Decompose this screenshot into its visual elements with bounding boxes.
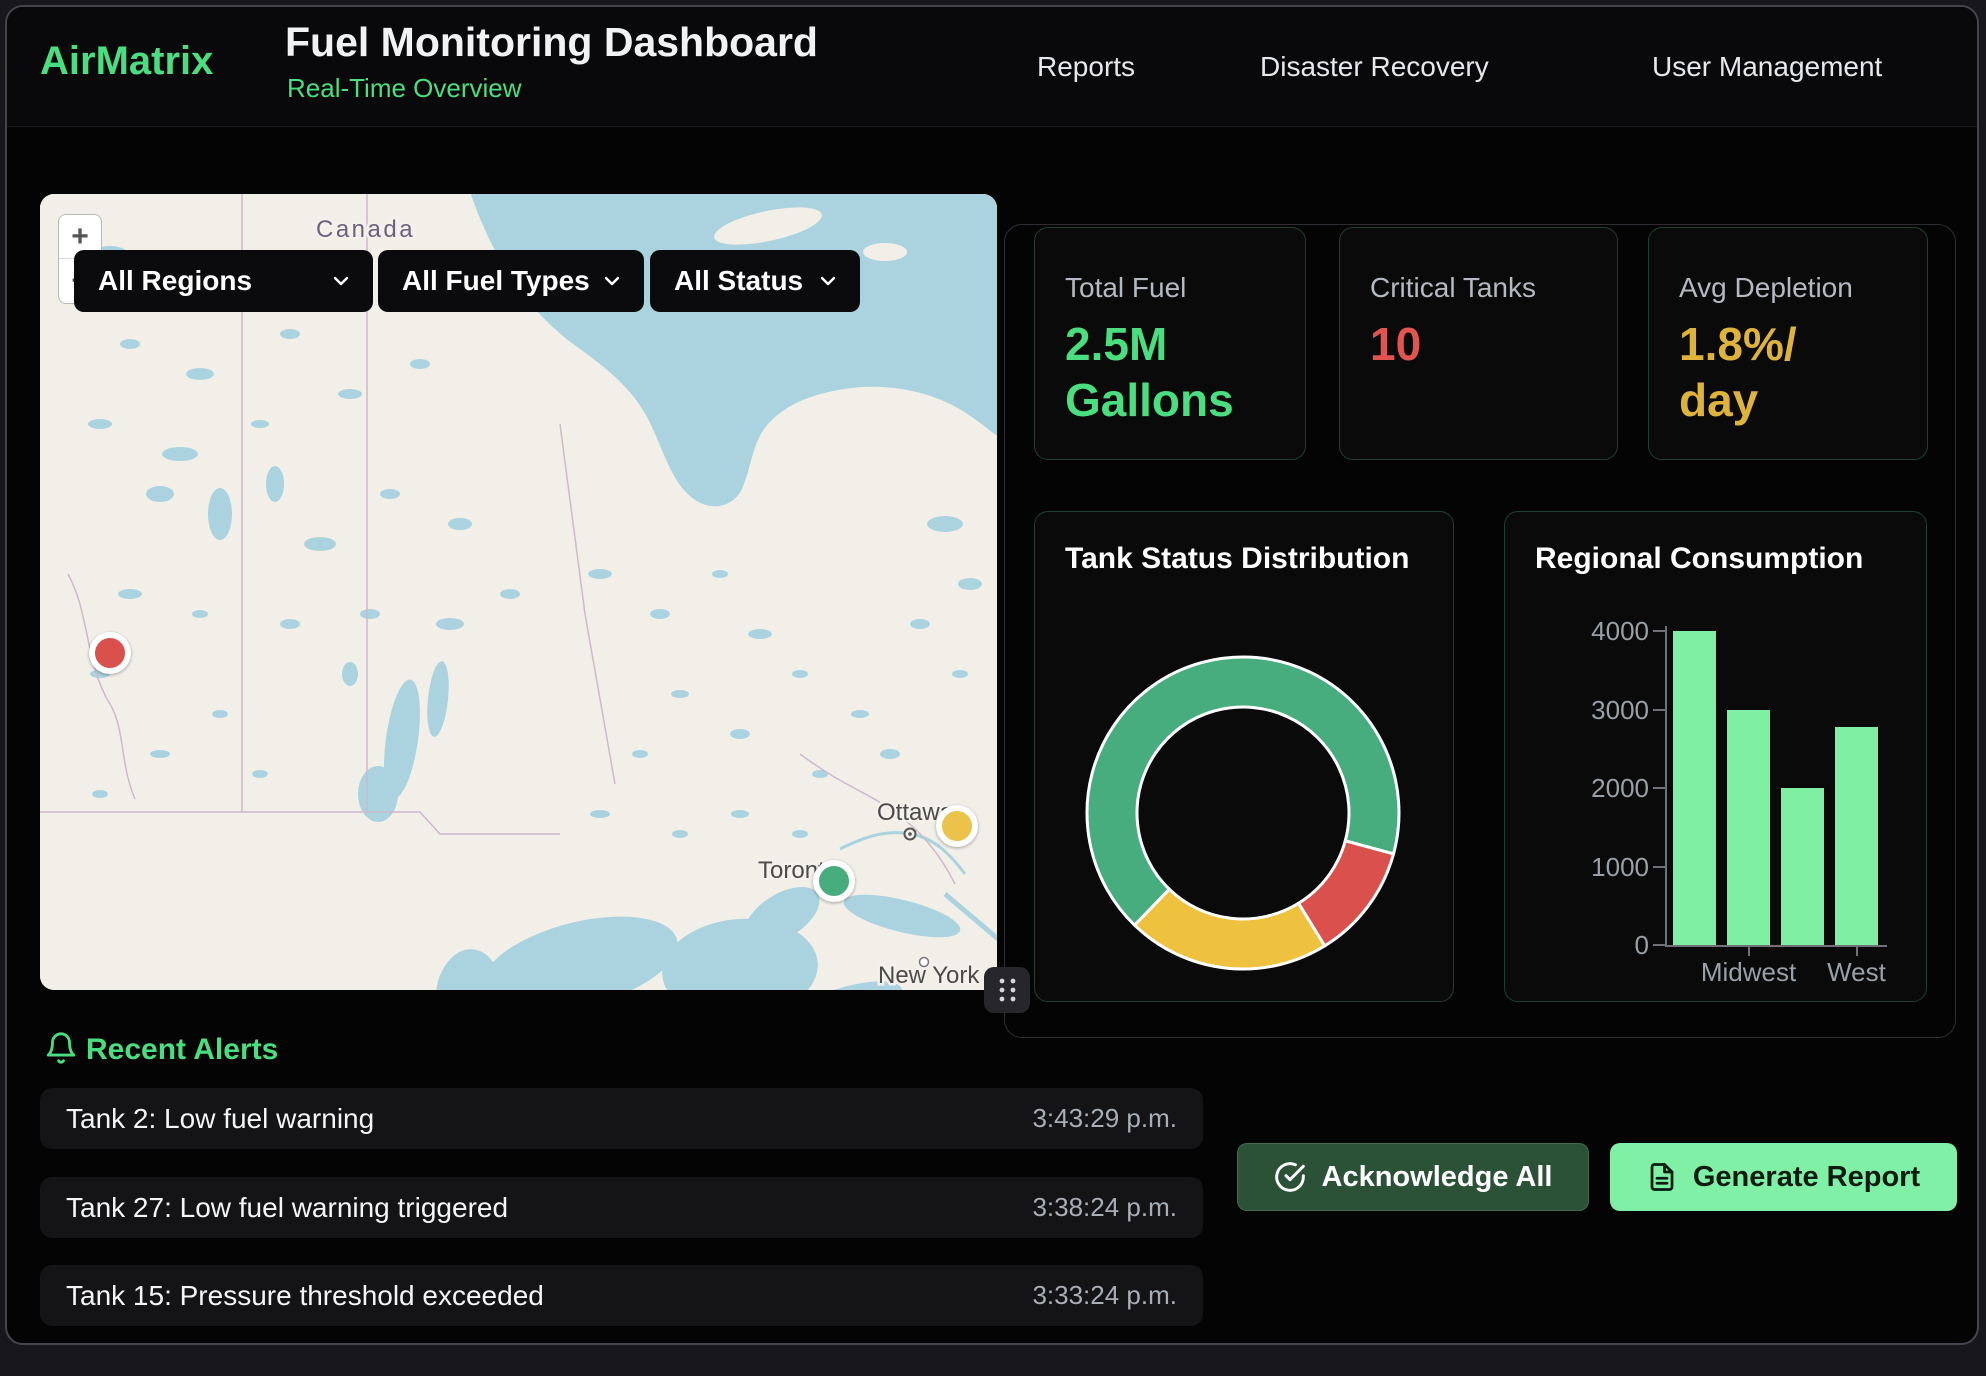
- chevron-down-icon: [816, 269, 840, 293]
- alert-timestamp: 3:43:29 p.m.: [1032, 1103, 1203, 1134]
- acknowledge-all-button[interactable]: Acknowledge All: [1237, 1143, 1589, 1211]
- x-tick-mark: [1748, 947, 1750, 956]
- nav-reports[interactable]: Reports: [1037, 51, 1135, 83]
- y-tick-label: 3000: [1563, 695, 1649, 726]
- donut-segment-warning[interactable]: [1135, 889, 1325, 969]
- y-tick-mark: [1653, 787, 1665, 789]
- stat-value: 10: [1370, 316, 1617, 372]
- stat-label: Critical Tanks: [1370, 272, 1617, 304]
- map-marker-warning[interactable]: [936, 805, 978, 847]
- generate-report-label: Generate Report: [1693, 1161, 1920, 1194]
- x-tick-mark: [1856, 947, 1858, 956]
- stat-label: Total Fuel: [1065, 272, 1305, 304]
- bar[interactable]: [1727, 710, 1770, 946]
- fuel-type-filter-dropdown[interactable]: All Fuel Types: [378, 250, 644, 312]
- y-tick-mark: [1653, 709, 1665, 711]
- map-label-canada: Canada: [316, 216, 415, 243]
- page-title: Fuel Monitoring Dashboard: [285, 19, 818, 66]
- x-axis-line: [1665, 945, 1887, 947]
- stat-label: Avg Depletion: [1679, 272, 1927, 304]
- stat-value: 1.8%/ day: [1679, 316, 1927, 428]
- bell-icon: [44, 1031, 78, 1065]
- app-logo: AirMatrix: [40, 39, 213, 84]
- chart-title: Tank Status Distribution: [1065, 542, 1409, 576]
- bar-chart[interactable]: 01000200030004000MidwestWest: [1505, 512, 1926, 1001]
- y-tick-mark: [1653, 944, 1665, 946]
- header-bar: AirMatrix Fuel Monitoring Dashboard Real…: [7, 7, 1977, 127]
- alert-row[interactable]: Tank 27: Low fuel warning triggered 3:38…: [40, 1177, 1203, 1238]
- map-label-new-york: New York: [878, 962, 980, 989]
- alert-timestamp: 3:33:24 p.m.: [1032, 1280, 1203, 1311]
- alert-row[interactable]: Tank 2: Low fuel warning 3:43:29 p.m.: [40, 1088, 1203, 1149]
- fuel-type-filter-value: All Fuel Types: [402, 265, 590, 297]
- chevron-down-icon: [600, 269, 624, 293]
- alert-message: Tank 15: Pressure threshold exceeded: [40, 1280, 544, 1312]
- stat-card-critical-tanks: Critical Tanks 10: [1339, 227, 1618, 460]
- page-subtitle: Real-Time Overview: [287, 73, 522, 104]
- region-filter-dropdown[interactable]: All Regions: [74, 250, 373, 312]
- dashboard-window: AirMatrix Fuel Monitoring Dashboard Real…: [5, 5, 1979, 1345]
- check-circle-icon: [1274, 1161, 1306, 1193]
- alerts-section-title: Recent Alerts: [86, 1033, 278, 1067]
- bar[interactable]: [1673, 631, 1716, 945]
- stat-card-avg-depletion: Avg Depletion 1.8%/ day: [1648, 227, 1928, 460]
- generate-report-button[interactable]: Generate Report: [1610, 1143, 1957, 1211]
- map-resize-handle[interactable]: [984, 967, 1030, 1013]
- grip-dots-icon: [984, 967, 1030, 1013]
- alert-row[interactable]: Tank 15: Pressure threshold exceeded 3:3…: [40, 1265, 1203, 1326]
- stat-card-total-fuel: Total Fuel 2.5M Gallons: [1034, 227, 1306, 460]
- x-tick-label: West: [1787, 957, 1927, 988]
- map-marker-critical[interactable]: [89, 632, 131, 674]
- tank-status-chart-card: Tank Status Distribution: [1034, 511, 1454, 1002]
- alert-timestamp: 3:38:24 p.m.: [1032, 1192, 1203, 1223]
- alert-message: Tank 27: Low fuel warning triggered: [40, 1192, 508, 1224]
- donut-chart[interactable]: [1083, 653, 1403, 973]
- region-filter-value: All Regions: [98, 265, 252, 297]
- y-axis-line: [1665, 626, 1667, 947]
- status-filter-value: All Status: [674, 265, 803, 297]
- y-tick-mark: [1653, 866, 1665, 868]
- y-tick-label: 2000: [1563, 773, 1649, 804]
- alert-message: Tank 2: Low fuel warning: [40, 1103, 374, 1135]
- y-tick-mark: [1653, 630, 1665, 632]
- y-tick-label: 0: [1563, 930, 1649, 961]
- map-marker-normal[interactable]: [813, 860, 855, 902]
- map-canvas[interactable]: Canada Ottawa Toronto New York + − All R…: [40, 194, 997, 990]
- stat-value: 2.5M Gallons: [1065, 316, 1305, 428]
- bar[interactable]: [1781, 788, 1824, 945]
- nav-disaster-recovery[interactable]: Disaster Recovery: [1260, 51, 1489, 83]
- acknowledge-all-label: Acknowledge All: [1322, 1161, 1553, 1194]
- y-tick-label: 1000: [1563, 852, 1649, 883]
- nav-user-management[interactable]: User Management: [1652, 51, 1882, 83]
- chevron-down-icon: [329, 269, 353, 293]
- map-tiles: Canada Ottawa Toronto New York: [40, 194, 997, 990]
- file-text-icon: [1647, 1162, 1677, 1192]
- y-tick-label: 4000: [1563, 616, 1649, 647]
- bar[interactable]: [1835, 727, 1878, 945]
- regional-consumption-chart-card: Regional Consumption 01000200030004000Mi…: [1504, 511, 1927, 1002]
- status-filter-dropdown[interactable]: All Status: [650, 250, 860, 312]
